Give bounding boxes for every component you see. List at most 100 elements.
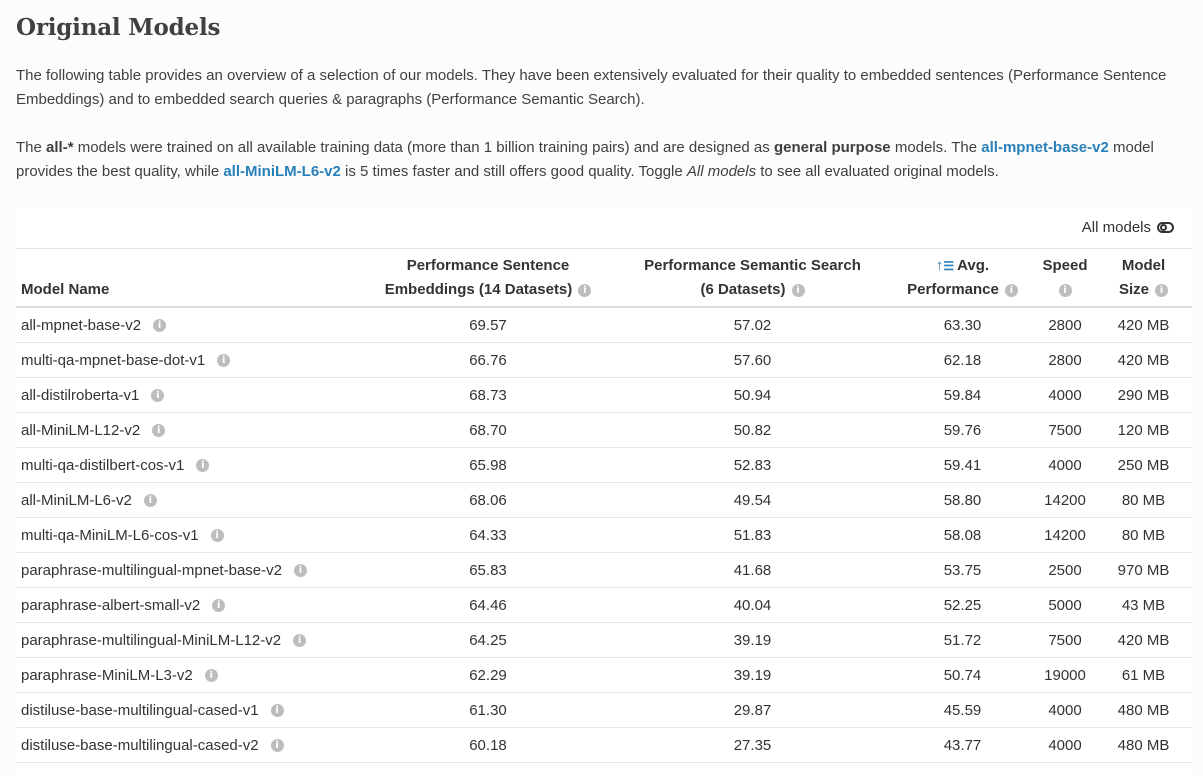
cell-model-name-text: all-mpnet-base-v2 (21, 316, 142, 334)
sort-ascending-icon[interactable]: ↑☰ (936, 257, 954, 274)
info-icon[interactable]: i (217, 354, 231, 368)
info-icon[interactable]: i (143, 494, 157, 508)
cell-sentence-performance: 68.06 (361, 482, 615, 518)
cell-sentence-performance-text: 66.76 (469, 351, 507, 369)
cell-avg-performance: 52.25 (890, 587, 1035, 623)
cell-sentence-performance-text: 65.98 (469, 456, 507, 474)
info-icon[interactable]: i (270, 739, 284, 753)
description-paragraph: The all-* models were trained on all ava… (16, 136, 1194, 184)
table-row: paraphrase-MiniLM-L3-v2 i 62.29 39.19 50.74 1… (16, 657, 1192, 693)
cell-model-size: 290 MB (1095, 377, 1192, 413)
info-icon[interactable]: i (153, 319, 167, 333)
cell-model-size: 80 MB (1095, 482, 1192, 518)
table-row: paraphrase-multilingual-mpnet-base-v2 i 65… (16, 552, 1192, 588)
cell-sentence-performance-text: 68.73 (469, 386, 507, 404)
all-models-emphasis: All models (686, 163, 757, 180)
cell-avg-performance: 51.72 (890, 622, 1035, 658)
cell-model-name-text: paraphrase-multilingual-MiniLM-L12-v2 (21, 631, 282, 649)
info-icon[interactable]: i (151, 389, 165, 403)
info-icon[interactable]: i (204, 669, 218, 683)
cell-model-size: 480 MB (1095, 692, 1192, 728)
info-icon[interactable]: i (791, 283, 805, 297)
cell-model-size-text: 80 MB (1121, 491, 1166, 509)
info-icon[interactable]: i (270, 704, 284, 718)
cell-search-performance: 50.94 (615, 377, 890, 413)
text-segment: to see all evaluated original models. (756, 163, 999, 180)
cell-speed: 4000 (1035, 377, 1095, 413)
cell-sentence-performance-text: 64.33 (469, 526, 507, 544)
cell-speed-text: 7500 (1048, 631, 1082, 649)
cell-search-performance-text: 29.87 (733, 701, 772, 719)
info-icon[interactable]: i (1004, 283, 1018, 297)
cell-model-name: paraphrase-multilingual-mpnet-base-v2 i (16, 552, 361, 588)
col-header-sentence-performance[interactable]: Performance Sentence Embeddings (14 Data… (361, 249, 615, 308)
cell-avg-performance: 63.30 (890, 307, 1035, 343)
toggle-switch-icon[interactable] (1157, 222, 1174, 233)
cell-speed: 4000 (1035, 447, 1095, 483)
cell-model-size-text: 250 MB (1117, 456, 1170, 474)
info-icon[interactable]: i (293, 634, 307, 648)
cell-search-performance: 29.87 (615, 692, 890, 728)
info-icon[interactable]: i (578, 283, 592, 297)
cell-avg-performance: 45.59 (890, 692, 1035, 728)
cell-search-performance-text: 39.19 (733, 666, 772, 684)
cell-sentence-performance: 64.33 (361, 517, 615, 553)
col-header-model-name[interactable]: Model Name (16, 249, 361, 308)
col-header-model-size[interactable]: Model Size i (1095, 249, 1192, 308)
cell-speed-text: 14200 (1044, 491, 1086, 509)
cell-model-size: 80 MB (1095, 517, 1192, 553)
cell-speed-text: 4000 (1048, 701, 1082, 719)
cell-sentence-performance: 68.70 (361, 412, 615, 448)
cell-model-name: all-MiniLM-L6-v2 i (16, 482, 361, 518)
cell-model-name-text: paraphrase-multilingual-mpnet-base-v2 (21, 561, 282, 579)
cell-avg-performance-text: 59.41 (943, 456, 982, 474)
link-all-mpnet-base-v2[interactable]: all-mpnet-base-v2 (981, 139, 1109, 156)
cell-sentence-performance: 60.18 (361, 727, 615, 763)
info-icon[interactable]: i (212, 599, 226, 613)
table-row: multi-qa-mpnet-base-dot-v1 i 66.76 57.60 62.… (16, 342, 1192, 378)
cell-sentence-performance: 66.76 (361, 342, 615, 378)
col-header-avg-performance[interactable]: ↑☰ Avg. Performance i (890, 249, 1035, 308)
col-header-speed[interactable]: Speed i (1035, 249, 1095, 308)
info-icon[interactable]: i (196, 459, 210, 473)
cell-sentence-performance-text: 61.30 (469, 701, 507, 719)
cell-avg-performance: 58.80 (890, 482, 1035, 518)
cell-model-size-text: 480 MB (1117, 736, 1170, 754)
cell-sentence-performance: 64.46 (361, 587, 615, 623)
cell-sentence-performance-text: 68.70 (469, 421, 507, 439)
table-row: multi-qa-distilbert-cos-v1 i 65.98 52.83 59.… (16, 447, 1192, 483)
all-models-prefix: all-* (46, 139, 74, 156)
info-icon[interactable]: i (293, 564, 307, 578)
table-row: multi-qa-MiniLM-L6-cos-v1 i 64.33 51.83 58.0… (16, 517, 1192, 553)
cell-search-performance-text: 49.54 (733, 491, 772, 509)
info-icon[interactable]: i (1058, 283, 1072, 297)
info-icon[interactable]: i (152, 424, 166, 438)
table-row: paraphrase-albert-small-v2 i 64.46 40.04 52.… (16, 587, 1192, 623)
cell-search-performance-text: 39.19 (733, 631, 772, 649)
info-icon[interactable]: i (210, 529, 224, 543)
cell-speed: 2800 (1035, 307, 1095, 343)
cell-search-performance-text: 50.94 (733, 386, 772, 404)
cell-model-size-text: 61 MB (1121, 666, 1166, 684)
cell-avg-performance: 59.76 (890, 412, 1035, 448)
cell-sentence-performance-text: 64.25 (469, 631, 507, 649)
cell-model-name-text: all-distilroberta-v1 (21, 386, 140, 404)
cell-speed-text: 2500 (1048, 561, 1082, 579)
cell-speed: 2800 (1035, 342, 1095, 378)
cell-search-performance-text: 50.82 (733, 421, 772, 439)
table-row: all-MiniLM-L6-v2 i 68.06 49.54 58.80 14200 80 … (16, 482, 1192, 518)
cell-sentence-performance-text: 64.46 (469, 596, 507, 614)
link-all-minilm-l6-v2[interactable]: all-MiniLM-L6-v2 (223, 163, 341, 180)
cell-sentence-performance: 61.30 (361, 692, 615, 728)
cell-search-performance: 40.04 (615, 587, 890, 623)
cell-avg-performance-text: 52.25 (943, 596, 982, 614)
all-models-toggle[interactable]: All models (1082, 219, 1174, 236)
cell-avg-performance: 59.41 (890, 447, 1035, 483)
col-header-search-performance[interactable]: Performance Semantic Search (6 Datasets)… (615, 249, 890, 308)
info-icon[interactable]: i (1155, 283, 1168, 297)
models-table-card: All models Model Name Performance Senten… (16, 208, 1192, 776)
cell-avg-performance: 43.77 (890, 727, 1035, 763)
table-row: distiluse-base-multilingual-cased-v2 i 60.… (16, 727, 1192, 763)
cell-model-name: multi-qa-MiniLM-L6-cos-v1 i (16, 517, 361, 553)
models-table: Model Name Performance Sentence Embeddin… (16, 249, 1192, 763)
